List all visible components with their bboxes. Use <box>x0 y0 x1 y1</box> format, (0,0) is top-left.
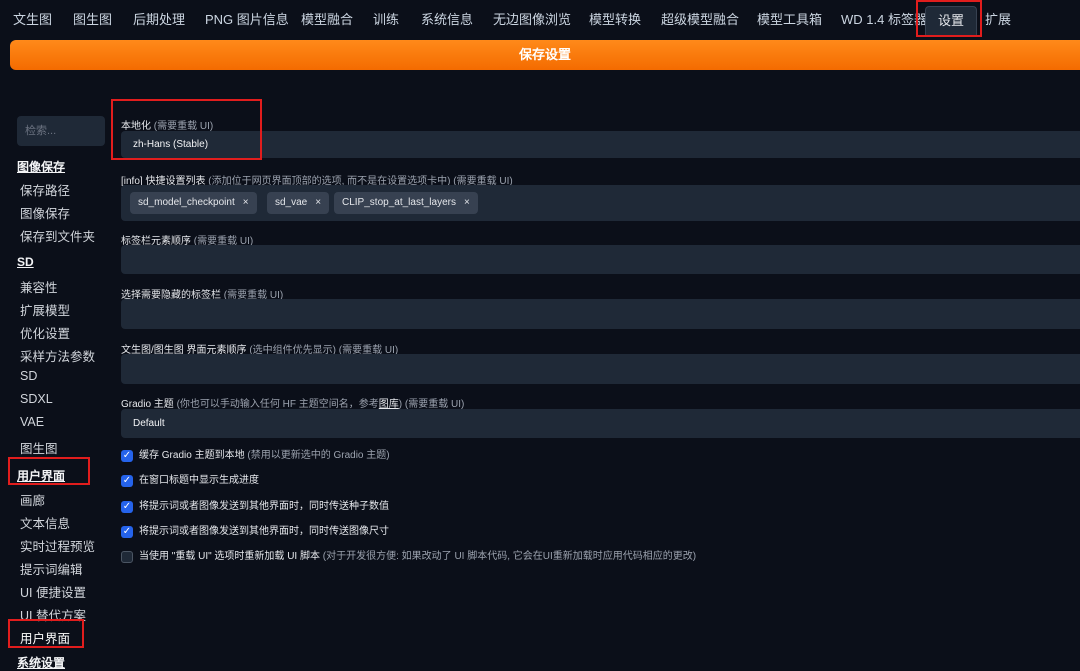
remove-chip-icon[interactable]: × <box>464 197 470 208</box>
top-tab-bar: 文生图 图生图 后期处理 PNG 图片信息 模型融合 训练 系统信息 无边图像浏… <box>0 0 1080 38</box>
checkbox-checked-icon[interactable]: ✓ <box>121 475 133 487</box>
localization-label: 本地化 (需要重载 UI) <box>121 121 214 132</box>
remove-chip-icon[interactable]: × <box>243 197 249 208</box>
sidebar-item-ui-quick-settings[interactable]: UI 便捷设置 <box>20 582 86 601</box>
ui-order-input[interactable] <box>121 354 1080 384</box>
sidebar-item-sampler-params[interactable]: 采样方法参数 <box>20 346 95 365</box>
hidden-tabs-input[interactable] <box>121 299 1080 329</box>
tab-model-merge[interactable]: 模型融合 <box>301 6 353 34</box>
sidebar-item-infotext[interactable]: 文本信息 <box>20 513 70 532</box>
sidebar-item-ui-alternatives[interactable]: UI 替代方案 <box>20 605 86 624</box>
sidebar-section-sd[interactable]: SD <box>17 255 34 269</box>
gradio-theme-value: Default <box>133 418 165 429</box>
sidebar-item-image-saving[interactable]: 图像保存 <box>20 203 70 222</box>
tab-png-info[interactable]: PNG 图片信息 <box>205 6 289 34</box>
chip-sd-vae: sd_vae × <box>267 192 330 214</box>
sidebar-section-system[interactable]: 系统设置 <box>17 654 65 671</box>
tab-img2img[interactable]: 图生图 <box>73 6 112 34</box>
tab-infinite-browser[interactable]: 无边图像浏览 <box>493 6 571 34</box>
tab-model-toolkit[interactable]: 模型工具箱 <box>757 6 822 34</box>
sidebar-search-input[interactable]: 检索... <box>17 116 105 146</box>
quicksettings-multiselect[interactable]: sd_model_checkpoint × sd_vae × CLIP_stop_a… <box>121 185 1080 221</box>
tab-extensions[interactable]: 扩展 <box>985 6 1011 34</box>
sidebar-item-optimization[interactable]: 优化设置 <box>20 323 70 342</box>
sidebar-item-extra-networks[interactable]: 扩展模型 <box>20 300 70 319</box>
checkbox-checked-icon[interactable]: ✓ <box>121 450 133 462</box>
chip-sd-model-checkpoint: sd_model_checkpoint × <box>130 192 257 214</box>
sidebar-item-live-preview[interactable]: 实时过程预览 <box>20 536 95 555</box>
tab-order-input[interactable] <box>121 245 1080 274</box>
save-settings-button[interactable]: 保存设置 <box>10 40 1080 70</box>
gradio-theme-label: Gradio 主题 (你也可以手动输入任何 HF 主题空间名，参考图库) (需要… <box>121 399 465 410</box>
tab-settings[interactable]: 设置 <box>925 6 978 35</box>
tab-super-merge[interactable]: 超级模型融合 <box>661 6 739 34</box>
sidebar-item-save-to-folder[interactable]: 保存到文件夹 <box>20 226 95 245</box>
sidebar-item-gallery[interactable]: 画廊 <box>20 490 45 509</box>
checkbox-unchecked-icon[interactable] <box>121 551 133 563</box>
tab-system-info[interactable]: 系统信息 <box>421 6 473 34</box>
tab-txt2img[interactable]: 文生图 <box>13 6 52 34</box>
sidebar-section-image-saving[interactable]: 图像保存 <box>17 158 65 175</box>
sidebar-item-vae[interactable]: VAE <box>20 415 44 429</box>
remove-chip-icon[interactable]: × <box>315 197 321 208</box>
tab-train[interactable]: 训练 <box>373 6 399 34</box>
localization-dropdown[interactable]: zh-Hans (Stable) <box>121 131 1080 158</box>
sidebar-item-prompt-editing[interactable]: 提示词编辑 <box>20 559 83 578</box>
checkbox-checked-icon[interactable]: ✓ <box>121 526 133 538</box>
sidebar-item-compatibility[interactable]: 兼容性 <box>20 277 58 296</box>
sidebar-item-sdxl[interactable]: SDXL <box>20 392 53 406</box>
chip-clip-stop: CLIP_stop_at_last_layers × <box>334 192 478 214</box>
tab-extras[interactable]: 后期处理 <box>133 6 185 34</box>
sidebar-item-sd[interactable]: SD <box>20 369 37 383</box>
sidebar-item-img2img[interactable]: 图生图 <box>20 438 58 457</box>
sidebar-section-user-interface[interactable]: 用户界面 <box>17 467 65 484</box>
tab-model-convert[interactable]: 模型转换 <box>589 6 641 34</box>
localization-value: zh-Hans (Stable) <box>133 139 209 150</box>
sidebar-item-user-interface[interactable]: 用户界面 <box>20 628 70 647</box>
tab-wd-tagger[interactable]: WD 1.4 标签器 <box>841 6 927 34</box>
sidebar-item-save-path[interactable]: 保存路径 <box>20 180 70 199</box>
checkbox-checked-icon[interactable]: ✓ <box>121 501 133 513</box>
gradio-theme-dropdown[interactable]: Default <box>121 409 1080 438</box>
